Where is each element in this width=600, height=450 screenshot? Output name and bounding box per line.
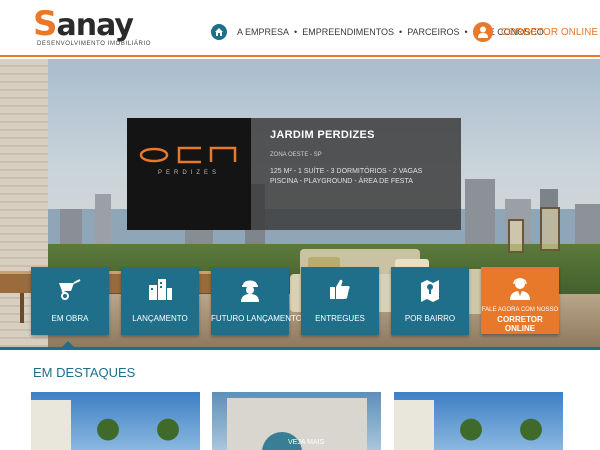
buildings-icon <box>121 277 199 303</box>
nav-parceiros[interactable]: PARCEIROS <box>407 27 459 37</box>
lantern-icon <box>508 219 524 253</box>
tile-lancamento[interactable]: LANÇAMENTO <box>121 267 199 335</box>
cta-small-text: FALE AGORA COM NOSSO <box>481 307 559 313</box>
tile-label: ENTREGUES <box>315 314 365 323</box>
lantern-icon <box>540 207 560 251</box>
logo-initial: S <box>33 4 57 44</box>
destaques-heading: EM DESTAQUES <box>33 365 136 380</box>
tile-em-obra[interactable]: EM OBRA <box>31 267 109 335</box>
sanay-logo[interactable]: Sanay DESENVOLVIMENTO IMOBILIÁRIO <box>33 7 150 50</box>
agent-icon <box>473 22 493 42</box>
property-amenities: PISCINA - PLAYGROUND - ÁREA DE FESTA <box>270 178 413 185</box>
tile-corretor-online[interactable]: FALE AGORA COM NOSSO CORRETOR ONLINE <box>481 267 559 334</box>
tile-entregues[interactable]: ENTREGUES <box>301 267 379 335</box>
nav-separator: • <box>294 27 298 37</box>
worker-icon <box>211 277 289 303</box>
property-specs: 125 M² - 1 SUÍTE - 3 DORMITÓRIOS - 2 VAG… <box>270 168 423 175</box>
wheelbarrow-icon <box>31 277 109 303</box>
property-region: ZONA OESTE - SP <box>270 152 322 158</box>
tile-label: EM OBRA <box>51 314 89 323</box>
agent-icon <box>481 275 559 301</box>
map-pin-icon <box>391 277 469 303</box>
destaque-card[interactable] <box>31 392 200 450</box>
nav-a-empresa[interactable]: A EMPRESA <box>237 27 289 37</box>
tile-label: LANÇAMENTO <box>132 314 188 323</box>
corretor-online-label: CORRETOR ONLINE <box>501 26 599 38</box>
nav-separator: • <box>464 27 468 37</box>
featured-property-card[interactable]: PERDIZES JARDIM PERDIZES ZONA OESTE - SP… <box>127 118 461 230</box>
tile-por-bairro[interactable]: POR BAIRRO <box>391 267 469 335</box>
oca-logo: PERDIZES <box>127 118 251 230</box>
ver-mais-label: VEJA MAIS <box>288 439 325 446</box>
logo-tagline: DESENVOLVIMENTO IMOBILIÁRIO <box>37 41 151 47</box>
tile-label: FUTURO LANÇAMENTO <box>211 314 302 323</box>
corretor-online-link[interactable]: CORRETOR ONLINE <box>473 21 598 43</box>
category-tiles: EM OBRA LANÇAMENTO FUTURO LANÇAMENTO ENT… <box>0 267 600 335</box>
tile-label: POR BAIRRO <box>404 314 456 323</box>
home-icon[interactable] <box>211 24 227 40</box>
logo-word: anay <box>56 8 134 43</box>
nav-separator: • <box>399 27 403 37</box>
destaque-card[interactable] <box>394 392 563 450</box>
section-divider <box>0 347 600 350</box>
nav-empreendimentos[interactable]: EMPREENDIMENTOS <box>302 27 394 37</box>
cta-big-text: CORRETOR ONLINE <box>497 315 543 333</box>
oca-logo-subtitle: PERDIZES <box>157 170 220 176</box>
thumbs-up-icon <box>301 277 379 303</box>
tile-futuro-lancamento[interactable]: FUTURO LANÇAMENTO <box>211 267 302 335</box>
site-header: Sanay DESENVOLVIMENTO IMOBILIÁRIO A EMPR… <box>0 0 600 57</box>
property-title[interactable]: JARDIM PERDIZES <box>270 129 375 141</box>
